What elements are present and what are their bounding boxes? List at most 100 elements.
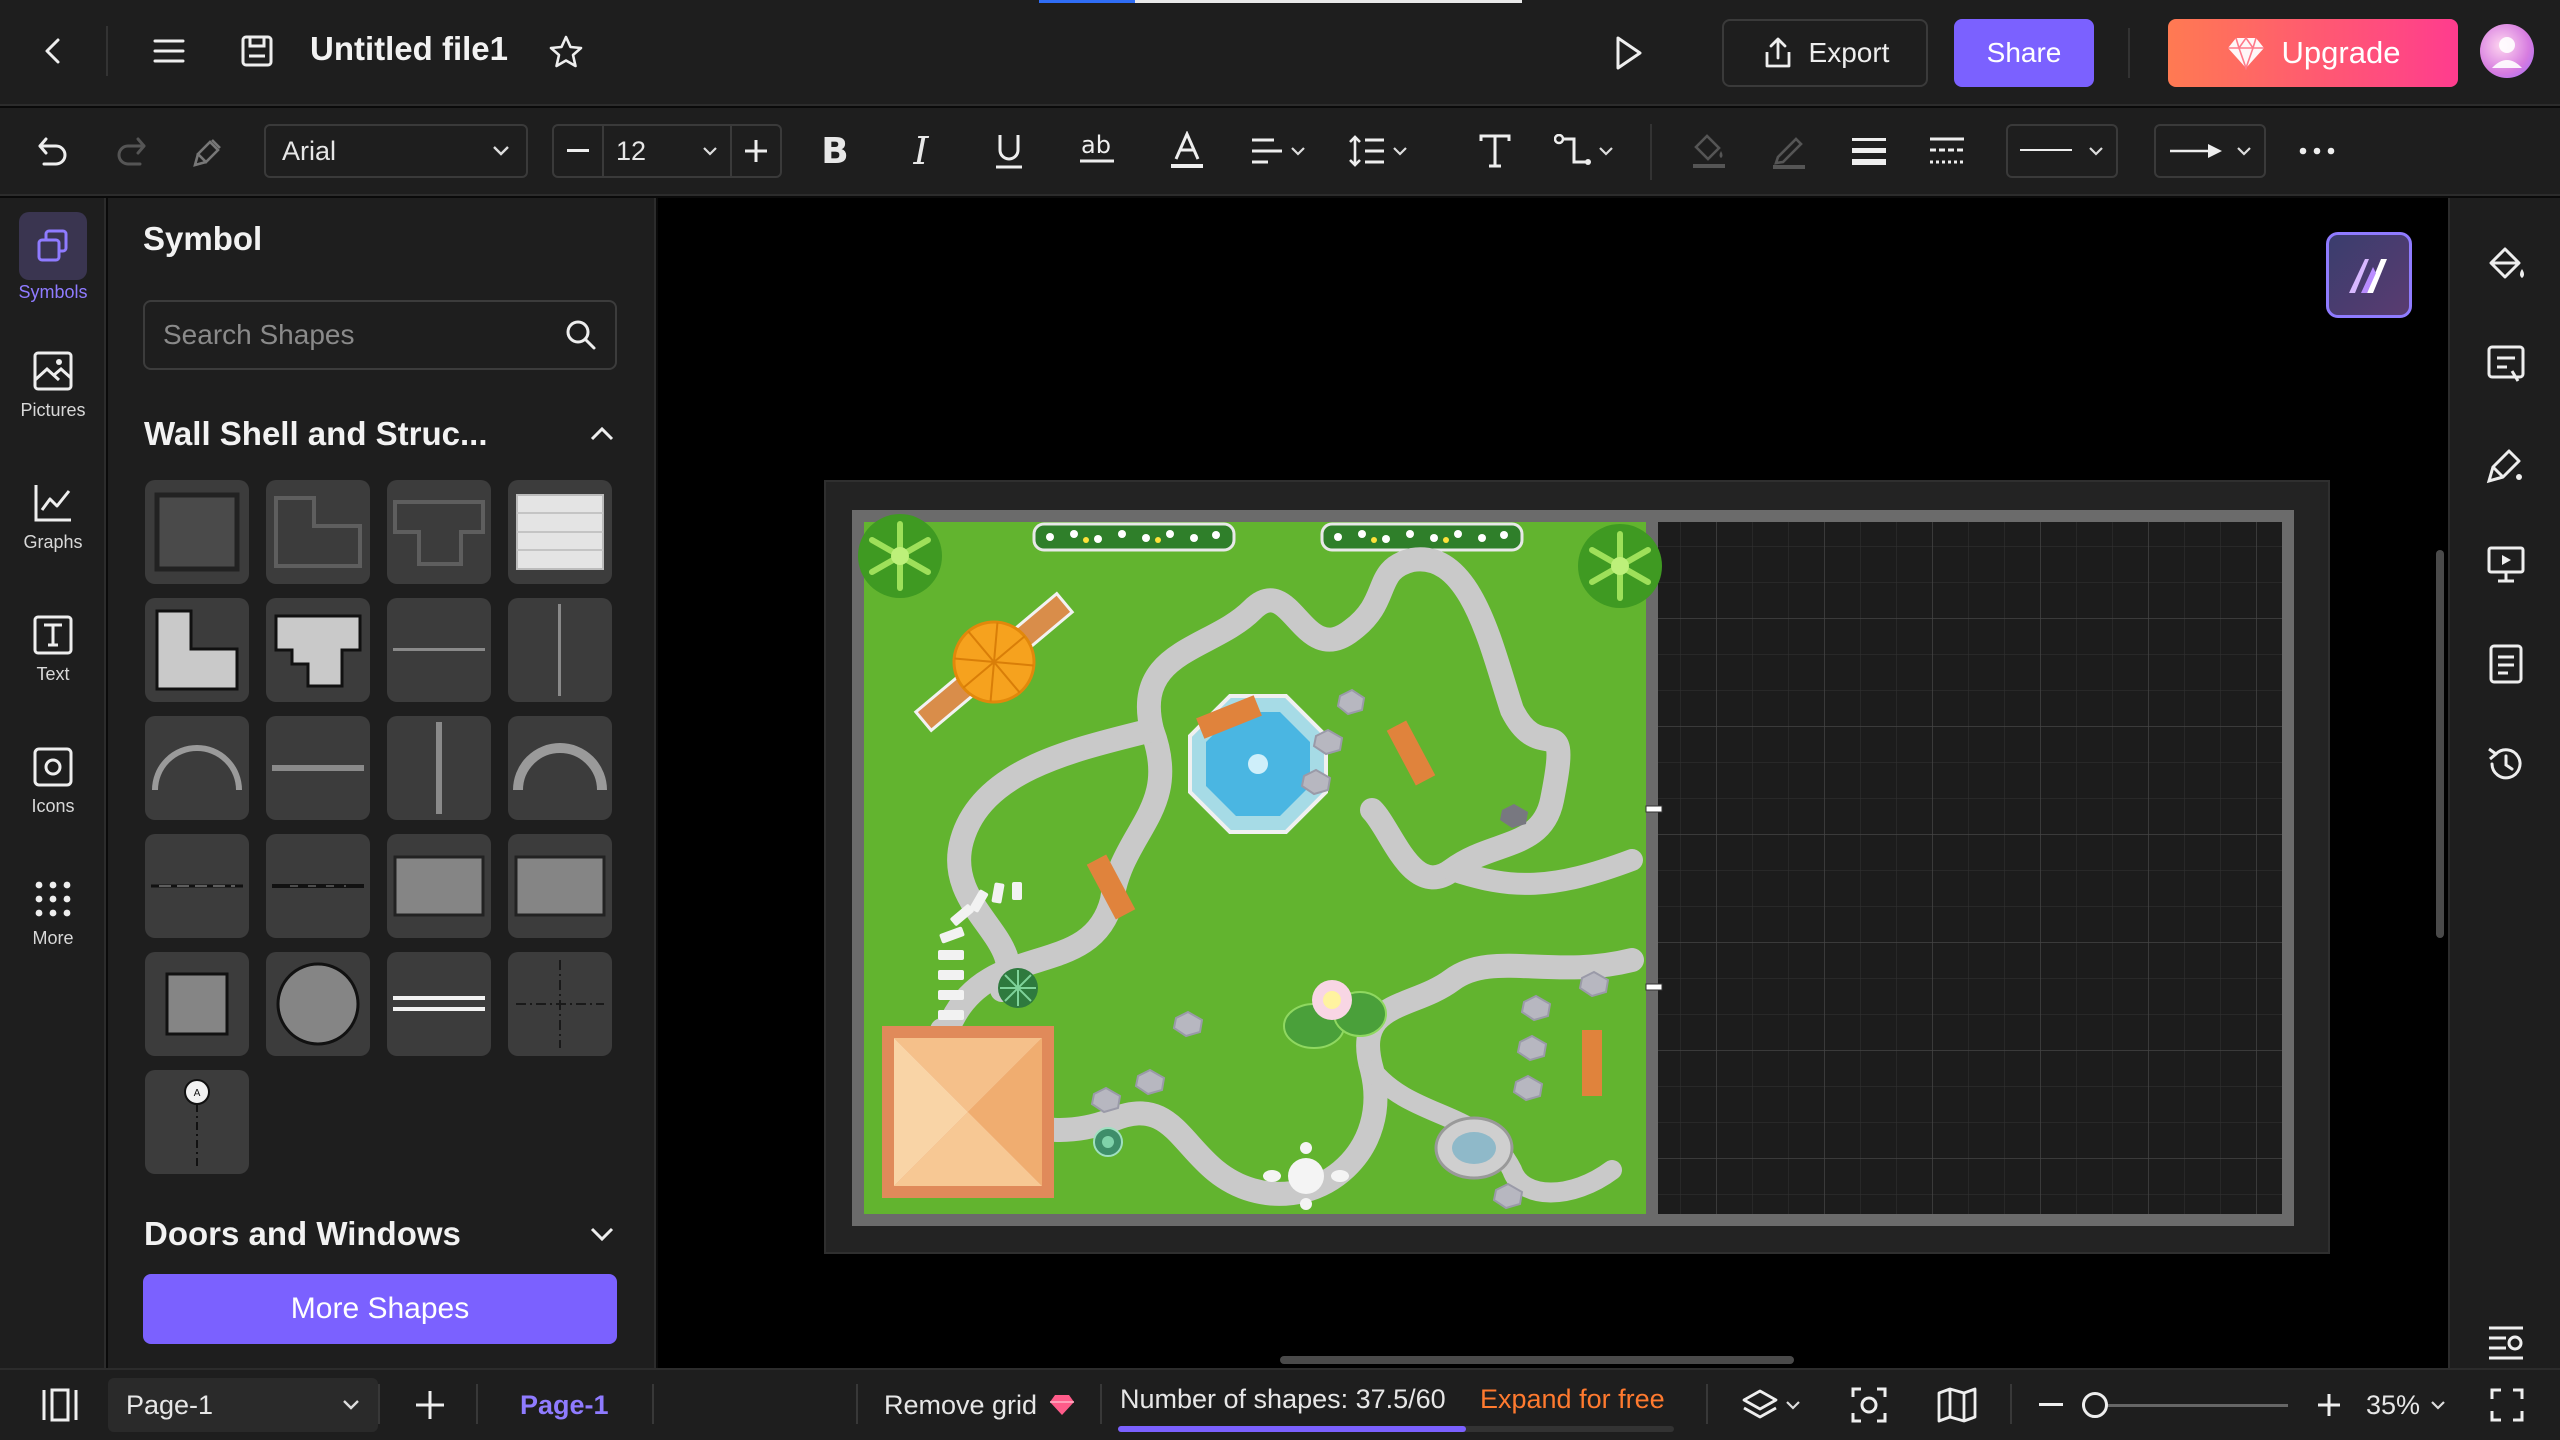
shape-rectangle-panel-2[interactable] <box>508 834 612 938</box>
arrow-style-dropdown[interactable] <box>2154 124 2266 178</box>
zoom-slider-handle[interactable] <box>2082 1392 2108 1418</box>
rail-item-symbols[interactable]: Symbols <box>0 212 106 322</box>
page-tab-active[interactable]: Page-1 <box>520 1370 609 1440</box>
share-button[interactable]: Share <box>1954 19 2094 87</box>
shape-vertical-wall-thick[interactable] <box>387 716 491 820</box>
zoom-in-icon[interactable] <box>2312 1370 2346 1440</box>
increase-font-size-button[interactable] <box>730 126 780 176</box>
shape-round-column[interactable] <box>266 952 370 1056</box>
style-brush-icon[interactable] <box>2480 438 2532 490</box>
line-color-icon[interactable] <box>1766 126 1812 176</box>
shape-floor-tiles[interactable] <box>508 480 612 584</box>
document-title[interactable]: Untitled file1 <box>310 30 508 68</box>
shape-square-column[interactable] <box>145 952 249 1056</box>
remove-grid-button[interactable]: Remove grid <box>884 1370 1075 1440</box>
top-bar: Untitled file1 Export Share Upgrade <box>0 0 2560 106</box>
shape-rectangle-panel-1[interactable] <box>387 834 491 938</box>
avatar[interactable] <box>2480 24 2534 78</box>
page-panel-icon[interactable] <box>36 1370 84 1440</box>
status-bar: Page-1 Page-1 Remove grid Number of shap… <box>0 1368 2560 1440</box>
upgrade-button[interactable]: Upgrade <box>2168 19 2458 87</box>
page-setup-icon[interactable] <box>2480 338 2532 390</box>
connector-dropdown[interactable] <box>1554 128 1630 174</box>
symbols-icon <box>19 212 87 280</box>
italic-icon[interactable]: I <box>898 126 944 176</box>
rail-item-icons[interactable]: Icons <box>0 746 106 856</box>
star-icon[interactable] <box>544 30 588 74</box>
drawing-canvas[interactable] <box>658 198 2448 1368</box>
align-dropdown[interactable] <box>1250 128 1322 174</box>
export-button[interactable]: Export <box>1722 19 1928 87</box>
focus-icon[interactable] <box>1846 1370 1892 1440</box>
menu-icon[interactable] <box>146 28 192 74</box>
layers-icon[interactable] <box>1736 1370 1806 1440</box>
zoom-slider[interactable] <box>2082 1392 2288 1418</box>
more-options-icon[interactable] <box>2294 128 2340 174</box>
add-page-icon[interactable] <box>408 1370 452 1440</box>
fill-style-icon[interactable] <box>2480 238 2532 290</box>
redo-icon[interactable] <box>108 128 154 174</box>
notes-icon[interactable] <box>2480 638 2532 690</box>
play-icon[interactable] <box>1604 30 1650 76</box>
chevron-down-icon <box>1599 147 1613 156</box>
shape-dashed-wall-2[interactable] <box>266 834 370 938</box>
zoom-out-icon[interactable] <box>2034 1370 2068 1440</box>
shape-arc-wall-2[interactable] <box>508 716 612 820</box>
more-shapes-label: More Shapes <box>290 1292 470 1325</box>
presentation-icon[interactable] <box>2480 538 2532 590</box>
shape-t-room[interactable] <box>387 480 491 584</box>
line-weight-icon[interactable] <box>1846 126 1892 176</box>
bold-icon[interactable]: B <box>812 126 858 176</box>
shape-l-floor[interactable] <box>145 598 249 702</box>
strikethrough-icon[interactable]: ab <box>1074 126 1120 176</box>
shape-room[interactable] <box>145 480 249 584</box>
map-view-icon[interactable] <box>1932 1370 1982 1440</box>
shape-dashed-wall-1[interactable] <box>145 834 249 938</box>
rail-item-more[interactable]: More <box>0 878 106 988</box>
shape-t-floor[interactable] <box>266 598 370 702</box>
section-header-wall-shell[interactable]: Wall Shell and Struc... <box>144 414 614 454</box>
fill-icon[interactable] <box>1686 126 1732 176</box>
shape-cross-marker[interactable] <box>508 952 612 1056</box>
rail-item-pictures[interactable]: Pictures <box>0 350 106 460</box>
history-icon[interactable] <box>2480 738 2532 790</box>
ai-assistant-icon[interactable] <box>2326 232 2412 318</box>
shape-axis-marker[interactable]: A <box>145 1070 249 1174</box>
save-icon[interactable] <box>234 28 280 74</box>
format-painter-icon[interactable] <box>186 128 232 174</box>
left-rail: Symbols Pictures Graphs Text Icons More <box>0 198 106 1368</box>
zoom-level-select[interactable]: 35% <box>2366 1370 2446 1440</box>
shape-double-wall[interactable] <box>387 952 491 1056</box>
page-select[interactable]: Page-1 <box>108 1378 378 1432</box>
shape-arc-wall-1[interactable] <box>145 716 249 820</box>
chevron-up-icon <box>590 427 614 441</box>
decrease-font-size-button[interactable] <box>554 126 604 176</box>
search-input[interactable]: Search Shapes <box>163 319 354 351</box>
shape-vertical-wall[interactable] <box>508 598 612 702</box>
horizontal-scrollbar[interactable] <box>1280 1356 1794 1364</box>
shape-horizontal-wall[interactable] <box>387 598 491 702</box>
section-header-doors-windows[interactable]: Doors and Windows <box>144 1214 614 1254</box>
fullscreen-icon[interactable] <box>2484 1370 2530 1440</box>
dash-style-icon[interactable] <box>1924 126 1970 176</box>
expand-for-free-link[interactable]: Expand for free <box>1480 1364 1665 1434</box>
line-spacing-dropdown[interactable] <box>1348 128 1420 174</box>
rail-item-graphs[interactable]: Graphs <box>0 482 106 592</box>
garden-floor-plan[interactable] <box>852 510 2294 1226</box>
search-box[interactable]: Search Shapes <box>143 300 617 370</box>
vertical-scrollbar[interactable] <box>2436 550 2444 938</box>
line-style-dropdown[interactable] <box>2006 124 2118 178</box>
back-icon[interactable] <box>30 28 76 74</box>
shape-horizontal-wall-thick[interactable] <box>266 716 370 820</box>
more-shapes-button[interactable]: More Shapes <box>143 1274 617 1344</box>
font-family-select[interactable]: Arial <box>264 124 528 178</box>
rail-item-text[interactable]: Text <box>0 614 106 724</box>
font-color-icon[interactable] <box>1164 126 1210 176</box>
shape-l-room[interactable] <box>266 480 370 584</box>
panel-settings-icon[interactable] <box>2480 1316 2532 1368</box>
font-size-select[interactable]: 12 <box>604 126 730 176</box>
search-icon[interactable] <box>565 319 597 351</box>
undo-icon[interactable] <box>30 128 76 174</box>
underline-icon[interactable] <box>986 126 1032 176</box>
text-tool-icon[interactable] <box>1472 126 1518 176</box>
